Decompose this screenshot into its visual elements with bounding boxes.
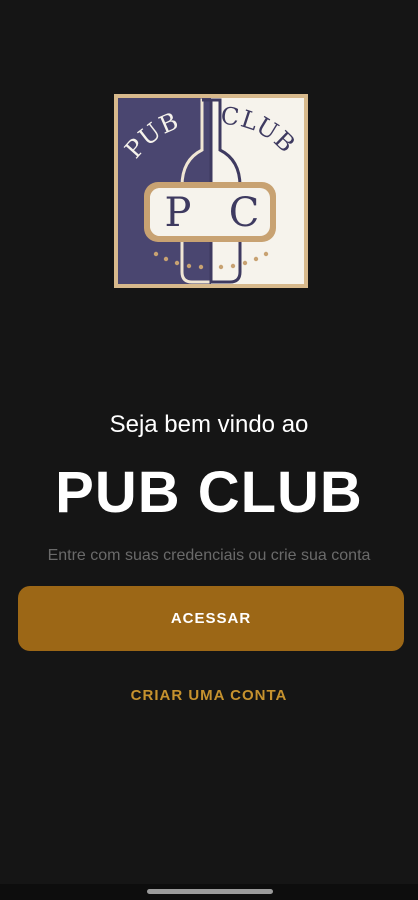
svg-text:C: C (229, 190, 260, 236)
welcome-greeting: Seja bem vindo ao (109, 411, 309, 438)
access-button-label: ACESSAR (170, 610, 252, 627)
welcome-subtitle: Entre com suas credenciais ou crie sua c… (47, 547, 371, 564)
svg-text:P: P (165, 190, 192, 236)
access-button[interactable]: ACESSAR (18, 586, 404, 651)
pub-club-logo: PUB CLUB P C (114, 94, 308, 288)
pub-club-logo-image: PUB CLUB P C (114, 94, 308, 288)
create-account-label: CRIAR UMA CONTA (130, 686, 288, 704)
home-indicator[interactable] (147, 889, 273, 894)
create-account-button[interactable]: CRIAR UMA CONTA (109, 676, 309, 714)
app-title: PUB CLUB (55, 460, 363, 525)
